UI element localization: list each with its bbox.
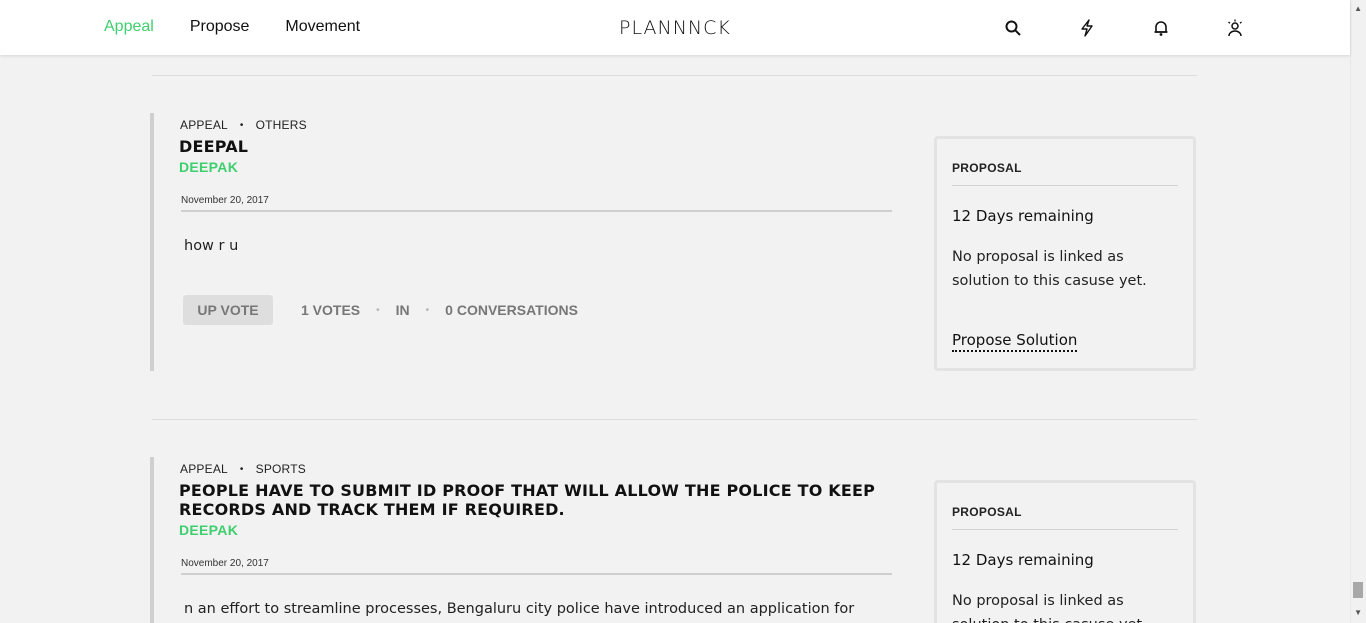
nav-propose[interactable]: Propose: [190, 18, 250, 36]
propose-solution-link[interactable]: Propose Solution: [952, 331, 1078, 352]
card-date: November 20, 2017: [181, 558, 269, 569]
proposal-divider: [952, 185, 1178, 186]
card-body: n an effort to streamline processes, Ben…: [184, 601, 855, 617]
scroll-up-arrow-icon[interactable]: ▲: [1354, 4, 1362, 13]
separator-dot: •: [376, 304, 380, 316]
card-author[interactable]: DEEPAK: [179, 522, 238, 538]
votes-count: 1 VOTES: [301, 302, 361, 318]
card-type[interactable]: APPEAL: [180, 462, 228, 476]
card-body: how r u: [184, 238, 239, 254]
card-accent-bar: [150, 113, 154, 371]
card-category[interactable]: OTHERS: [256, 118, 307, 132]
separator-dot: •: [425, 304, 430, 316]
card-title[interactable]: PEOPLE HAVE TO SUBMIT ID PROOF THAT WILL…: [179, 481, 879, 519]
top-header: Appeal Propose Movement PLANNNCK: [0, 0, 1350, 55]
card-author[interactable]: DEEPAK: [179, 159, 238, 175]
scroll-thumb[interactable]: [1353, 582, 1363, 598]
card-category[interactable]: SPORTS: [256, 462, 306, 476]
divider: [152, 75, 1197, 76]
proposal-box: PROPOSAL 12 Days remaining No proposal i…: [934, 480, 1196, 623]
search-icon[interactable]: [1002, 17, 1024, 39]
nav-movement[interactable]: Movement: [285, 18, 360, 36]
proposal-text: No proposal is linked as solution to thi…: [952, 249, 1147, 289]
proposal-heading: PROPOSAL: [952, 505, 1022, 519]
upvote-button[interactable]: UP VOTE: [183, 295, 273, 325]
meta-dot: •: [239, 119, 244, 131]
card-date: November 20, 2017: [181, 195, 269, 206]
card-meta: APPEAL • SPORTS: [180, 462, 306, 476]
days-remaining: 12 Days remaining: [952, 207, 1094, 225]
scroll-down-arrow-icon[interactable]: ▼: [1354, 608, 1362, 617]
card-accent-bar: [150, 457, 154, 623]
card-meta: APPEAL • OTHERS: [180, 118, 307, 132]
card-actions: UP VOTE 1 VOTES • IN • 0 CONVERSATIONS: [183, 295, 578, 325]
conversations-count[interactable]: 0 CONVERSATIONS: [445, 302, 578, 318]
scrollbar[interactable]: ▲ ▼: [1350, 0, 1366, 623]
proposal-divider: [952, 529, 1178, 530]
proposal-heading: PROPOSAL: [952, 161, 1022, 175]
status-label: IN: [395, 302, 410, 318]
date-divider: [181, 210, 892, 212]
nav-appeal[interactable]: Appeal: [104, 18, 154, 36]
date-divider: [181, 573, 892, 575]
days-remaining: 12 Days remaining: [952, 551, 1094, 569]
divider: [152, 419, 1197, 420]
bolt-icon[interactable]: [1076, 17, 1098, 39]
main-nav: Appeal Propose Movement: [104, 18, 396, 36]
bell-icon[interactable]: [1150, 17, 1172, 39]
logo[interactable]: PLANNNCK: [619, 17, 731, 39]
appeal-card: APPEAL • OTHERS DEEPAL DEEPAK November 2…: [150, 113, 1200, 373]
proposal-box: PROPOSAL 12 Days remaining No proposal i…: [934, 136, 1196, 371]
appeal-card: APPEAL • SPORTS PEOPLE HAVE TO SUBMIT ID…: [150, 457, 1200, 623]
meta-dot: •: [239, 463, 244, 475]
card-title[interactable]: DEEPAL: [179, 137, 879, 156]
proposal-text: No proposal is linked as solution to thi…: [952, 593, 1147, 623]
user-icon[interactable]: [1224, 17, 1246, 39]
card-type[interactable]: APPEAL: [180, 118, 228, 132]
